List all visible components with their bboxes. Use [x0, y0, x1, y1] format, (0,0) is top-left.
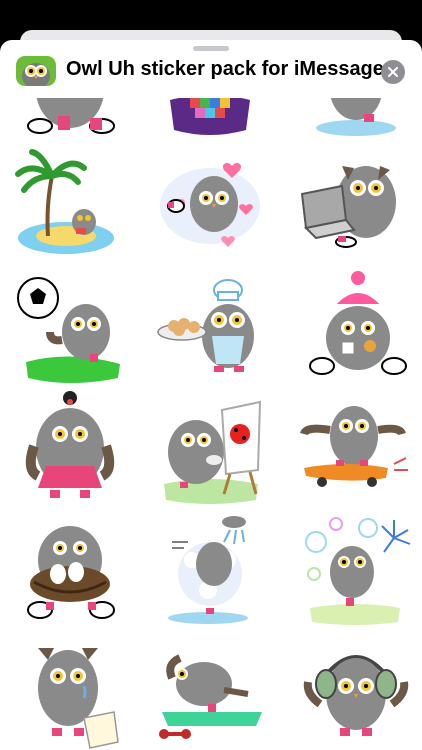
sheet-title: Owl Uh sticker pack for iMessage [66, 58, 384, 80]
sticker-owl-nest-eggs[interactable] [10, 512, 130, 630]
close-x-icon [388, 67, 398, 77]
close-button[interactable] [381, 60, 405, 84]
sticker-owl-crying-paper[interactable] [12, 634, 132, 750]
sticker-owl-puddle-partial[interactable] [296, 98, 416, 138]
sticker-owl-laptop[interactable] [294, 146, 414, 264]
sticker-owl-island-palm-tree[interactable] [12, 146, 132, 264]
owl-app-icon [16, 56, 56, 86]
sticker-owl-pink-shoes-partial[interactable] [10, 98, 130, 138]
sticker-owl-chef-cookies[interactable] [152, 270, 272, 388]
sticker-grid [0, 98, 422, 750]
sheet-grabber[interactable] [193, 46, 229, 51]
sheet-header: Owl Uh sticker pack for iMessage [0, 54, 422, 90]
sticker-owl-winter-hat-cocoa[interactable] [296, 270, 416, 388]
sticker-owl-yoga-mat-dumbbell[interactable] [152, 634, 272, 750]
sticker-owl-topknot-pink-skirt[interactable] [10, 390, 130, 508]
sticker-owl-bubbles-fireworks[interactable] [296, 512, 416, 630]
sticker-owl-soccer-ball[interactable] [10, 270, 130, 388]
sticker-sheet: Owl Uh sticker pack for iMessage [0, 40, 422, 750]
sticker-owl-love-hearts[interactable] [150, 146, 270, 264]
sticker-owl-painting-ladybug[interactable] [150, 390, 270, 508]
sticker-owl-quilt-partial[interactable] [150, 98, 270, 138]
sticker-owl-headphones[interactable] [296, 634, 416, 750]
sticker-owl-shower[interactable] [152, 512, 272, 630]
sticker-owl-skateboard[interactable] [296, 390, 416, 508]
